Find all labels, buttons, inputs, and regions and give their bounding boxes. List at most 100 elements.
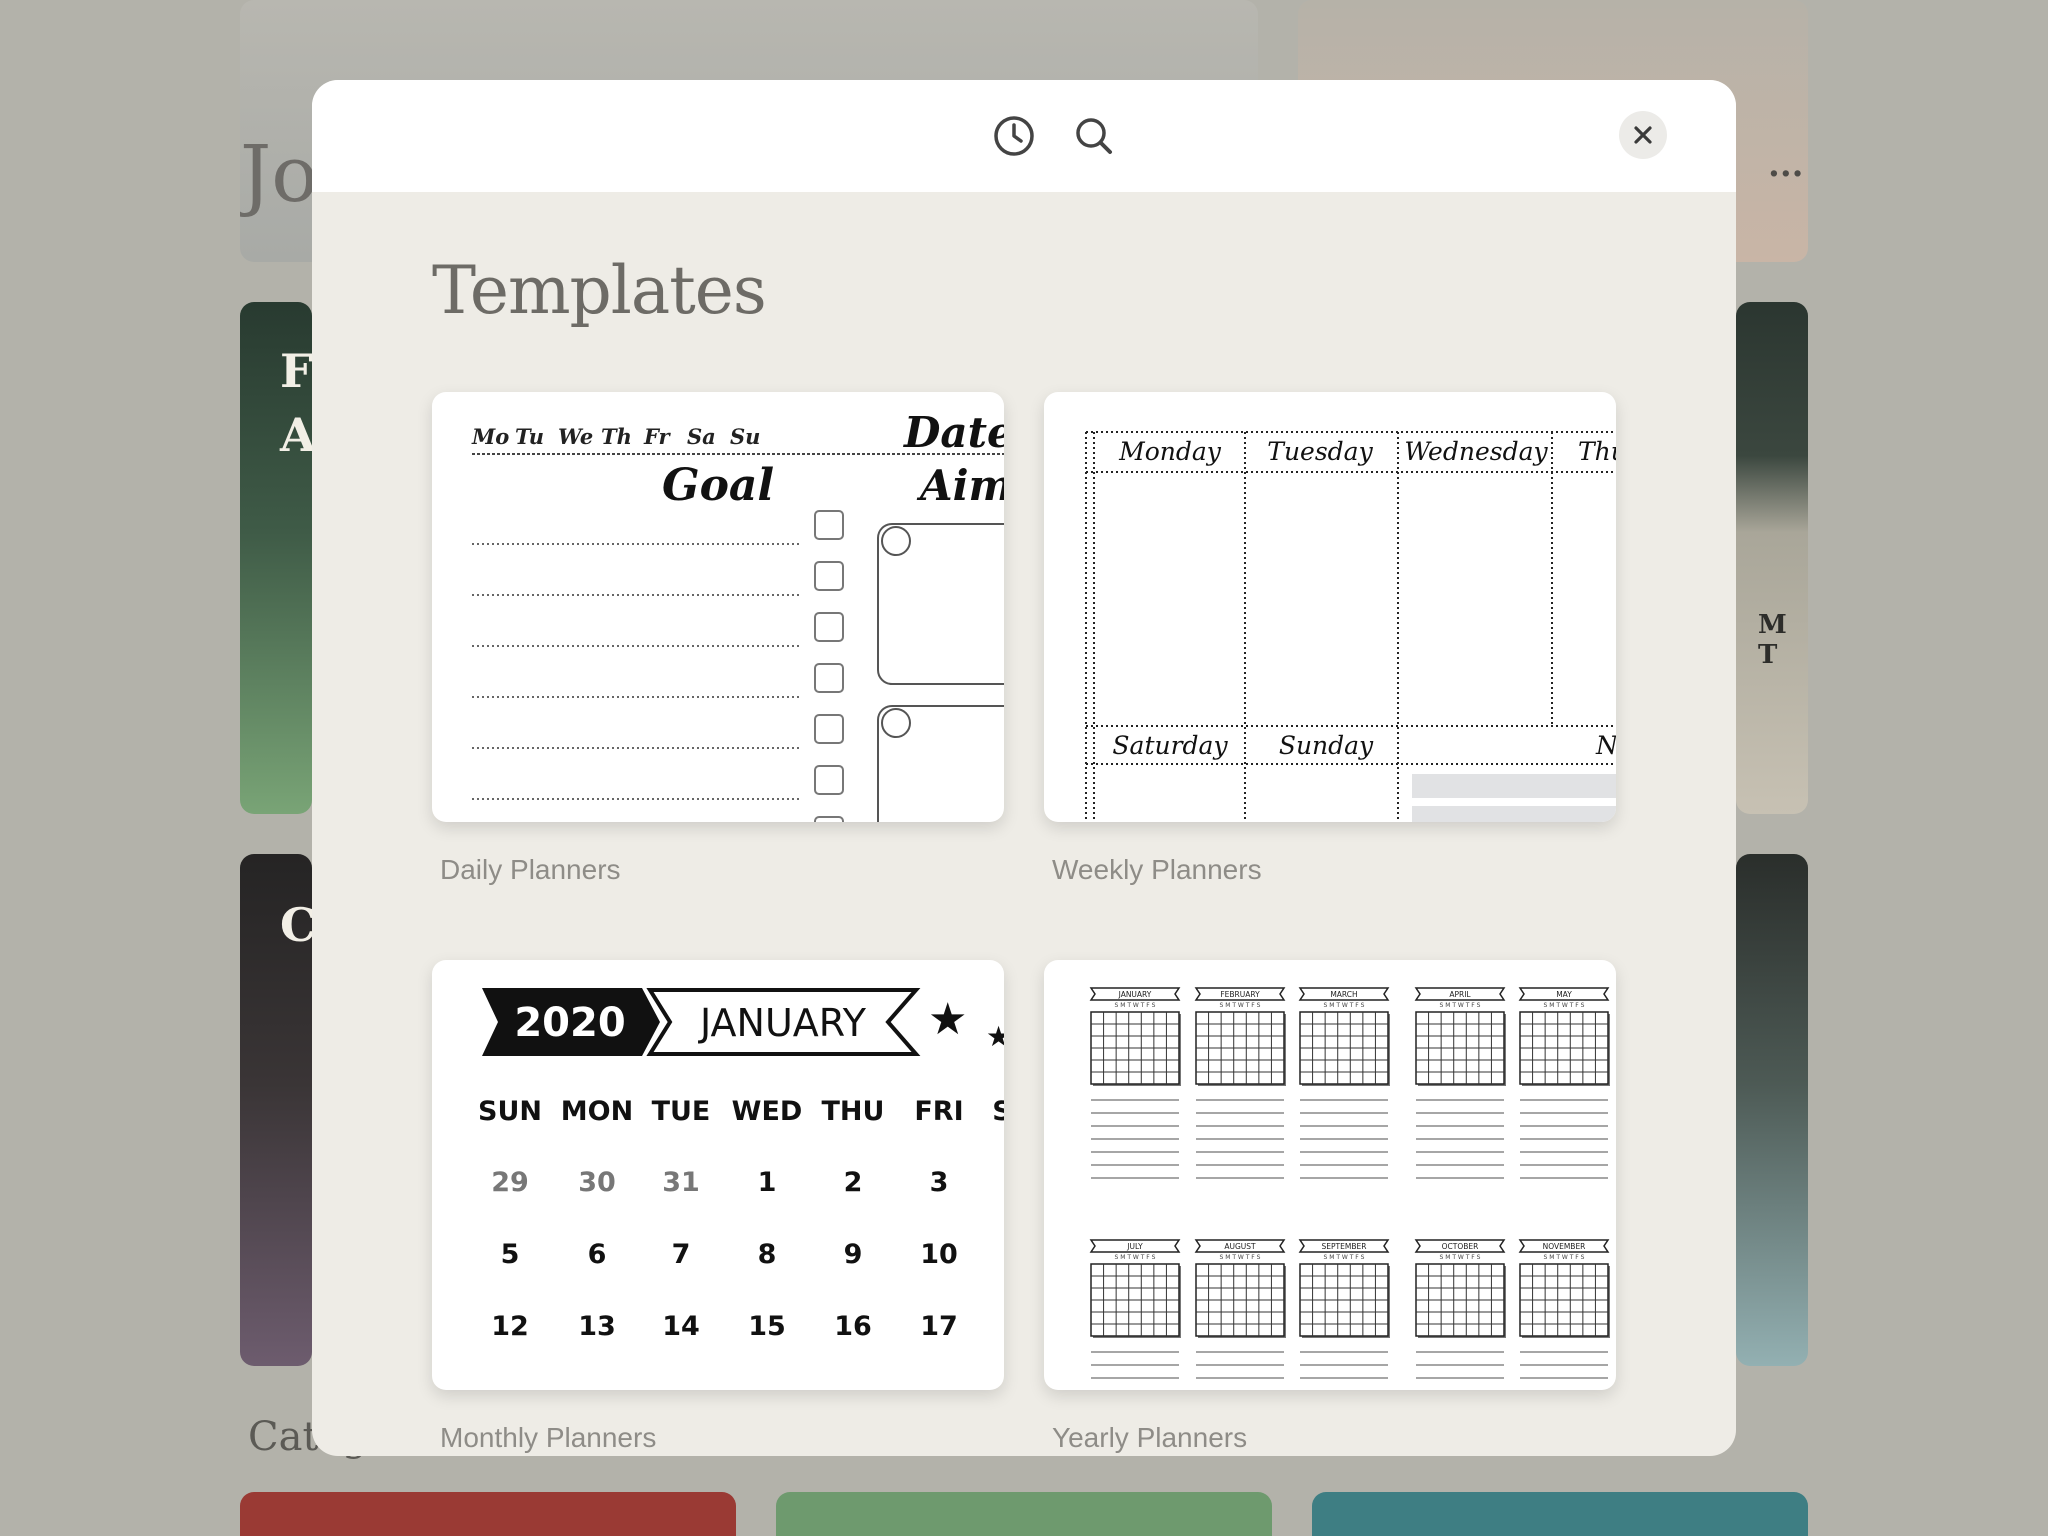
weekend-header: N — [1595, 731, 1616, 760]
weekend-header: Saturday — [1112, 731, 1228, 760]
yearly-planner-preview: JANUARY S M T W T F S FEBRUARY S M T W T F … — [1089, 987, 1610, 1379]
weekend-header: Sunday — [1279, 731, 1374, 760]
mini-month: SEPTEMBER S M T W T F S — [1298, 1239, 1390, 1379]
month-name: SEPTEMBER — [1322, 1242, 1367, 1251]
weekday-header: TUE — [652, 1096, 711, 1127]
mini-month: NOVEMBER S M T W T F S — [1518, 1239, 1610, 1379]
aim-bullet — [881, 708, 911, 738]
background-card-text: C — [280, 898, 312, 952]
weekday-header: Monday — [1118, 437, 1222, 466]
calendar-day: 17 — [920, 1311, 958, 1342]
search-button[interactable] — [1064, 106, 1124, 166]
weekday-label: Sa — [687, 424, 716, 449]
category-card-teal — [1312, 1492, 1808, 1536]
goal-checkbox — [814, 765, 844, 795]
goal-label: Goal — [662, 460, 774, 511]
category-card-red — [240, 1492, 736, 1536]
recent-button[interactable] — [984, 106, 1044, 166]
calendar-day: 9 — [844, 1239, 863, 1270]
calendar-day: 29 — [491, 1167, 529, 1198]
mini-month: MAY S M T W T F S — [1518, 987, 1610, 1179]
goal-checkbox — [814, 612, 844, 642]
template-label: Yearly Planners — [1052, 1422, 1248, 1453]
more-options-icon: ... — [1768, 145, 1804, 185]
weekday-header: SUN — [478, 1096, 542, 1127]
weekday-header: THU — [822, 1096, 885, 1127]
weekday-label: Mo — [471, 424, 509, 449]
weekday-initials: S M T W T F S — [1115, 1002, 1156, 1009]
goal-checkbox — [814, 663, 844, 693]
template-weekly-planners[interactable]: Monday Tuesday Wednesday Thu Saturday Sunday… — [1044, 392, 1616, 886]
weekday-label: Th — [601, 424, 632, 449]
notes-bar — [1412, 774, 1616, 798]
weekday-label: Tu — [515, 424, 544, 449]
template-monthly-planners[interactable]: 2020 JANUARY ★ ★ SUN MON TUE WED THU FRI S 29 3… — [432, 960, 1004, 1454]
star-icon: ★ — [986, 1020, 1004, 1053]
template-daily-planners[interactable]: Mo Tu We Th Fr Sa Su Date Goal Aim Daily Plann… — [432, 392, 1004, 886]
template-thumbnail: 2020 JANUARY ★ ★ SUN MON TUE WED THU FRI S 29 3… — [432, 960, 1004, 1390]
background-card-dark: C — [240, 854, 312, 1366]
mini-month: JANUARY S M T W T F S — [1089, 987, 1181, 1179]
calendar-day: 10 — [920, 1239, 958, 1270]
category-card-green — [776, 1492, 1272, 1536]
aim-bullet — [881, 526, 911, 556]
aim-label: Aim — [916, 461, 1004, 510]
month-name: JANUARY — [1118, 990, 1152, 999]
template-yearly-planners[interactable]: JANUARY S M T W T F S FEBRUARY S M T W T F … — [1044, 960, 1616, 1454]
close-icon — [1634, 126, 1652, 144]
calendar-day: 5 — [501, 1239, 520, 1270]
clock-icon — [994, 116, 1034, 156]
month-name: APRIL — [1449, 990, 1471, 999]
weekend-headers: Saturday Sunday N — [1112, 731, 1616, 760]
goal-lines — [472, 510, 844, 822]
template-label: Weekly Planners — [1052, 854, 1262, 885]
template-thumbnail: Monday Tuesday Wednesday Thu Saturday Sunday… — [1044, 392, 1616, 822]
background-card-text: Fa — [280, 344, 312, 398]
search-icon — [1076, 118, 1112, 154]
month-label: JANUARY — [698, 1001, 867, 1045]
mini-month: APRIL S M T W T F S — [1414, 987, 1506, 1179]
month-name: MAY — [1556, 990, 1572, 999]
weekday-header: MON — [561, 1096, 633, 1127]
template-label: Daily Planners — [440, 854, 621, 885]
date-grid: 29 30 31 1 2 35 6 7 8 9 1012 13 14 15 16 17 — [491, 1167, 958, 1342]
weekday-header: S — [992, 1096, 1004, 1127]
notes-bar — [1412, 806, 1616, 822]
background-card-right-mid: M T — [1736, 302, 1808, 814]
date-label: Date — [903, 408, 1004, 457]
weekday-abbreviations: Mo Tu We Th Fr Sa Su — [471, 424, 760, 449]
calendar-day: 6 — [588, 1239, 607, 1270]
weekday-initials: S M T W T F S — [1220, 1002, 1261, 1009]
weekday-initials: S M T W T F S — [1324, 1254, 1365, 1261]
weekday-initials: S M T W T F S — [1440, 1254, 1481, 1261]
modal-toolbar — [312, 80, 1736, 192]
weekday-header: FRI — [914, 1096, 963, 1127]
month-name: OCTOBER — [1442, 1242, 1479, 1251]
background-card-right-bottom — [1736, 854, 1808, 1366]
calendar-day: 15 — [748, 1311, 786, 1342]
calendar-day: 8 — [758, 1239, 777, 1270]
calendar-day: 13 — [578, 1311, 616, 1342]
calendar-day: 3 — [930, 1167, 949, 1198]
close-button[interactable] — [1619, 111, 1667, 159]
background-card-title: Jo — [240, 130, 319, 220]
goal-checkbox — [814, 510, 844, 540]
background-card-text: A — [280, 408, 312, 462]
goal-checkbox — [814, 561, 844, 591]
weekday-headers: SUN MON TUE WED THU FRI S — [478, 1096, 1004, 1127]
calendar-day: 30 — [578, 1167, 616, 1198]
daily-planner-preview: Mo Tu We Th Fr Sa Su Date Goal Aim — [471, 408, 1004, 822]
page-title: Templates — [432, 252, 767, 329]
goal-checkbox — [814, 816, 844, 822]
weekday-label: Su — [730, 424, 760, 449]
calendar-day: 16 — [834, 1311, 872, 1342]
goal-checkbox — [814, 714, 844, 744]
weekday-initials: S M T W T F S — [1324, 1002, 1365, 1009]
weekday-header: WED — [732, 1096, 803, 1127]
weekday-header: Thu — [1578, 437, 1616, 466]
star-icon: ★ — [928, 994, 967, 1045]
calendar-day: 2 — [844, 1167, 863, 1198]
year-label: 2020 — [514, 1000, 625, 1046]
templates-modal: Templates Mo Tu We Th Fr Sa Su Date Goal Aim D… — [312, 80, 1736, 1456]
month-calendars: JANUARY S M T W T F S FEBRUARY S M T W T F … — [1089, 987, 1610, 1379]
